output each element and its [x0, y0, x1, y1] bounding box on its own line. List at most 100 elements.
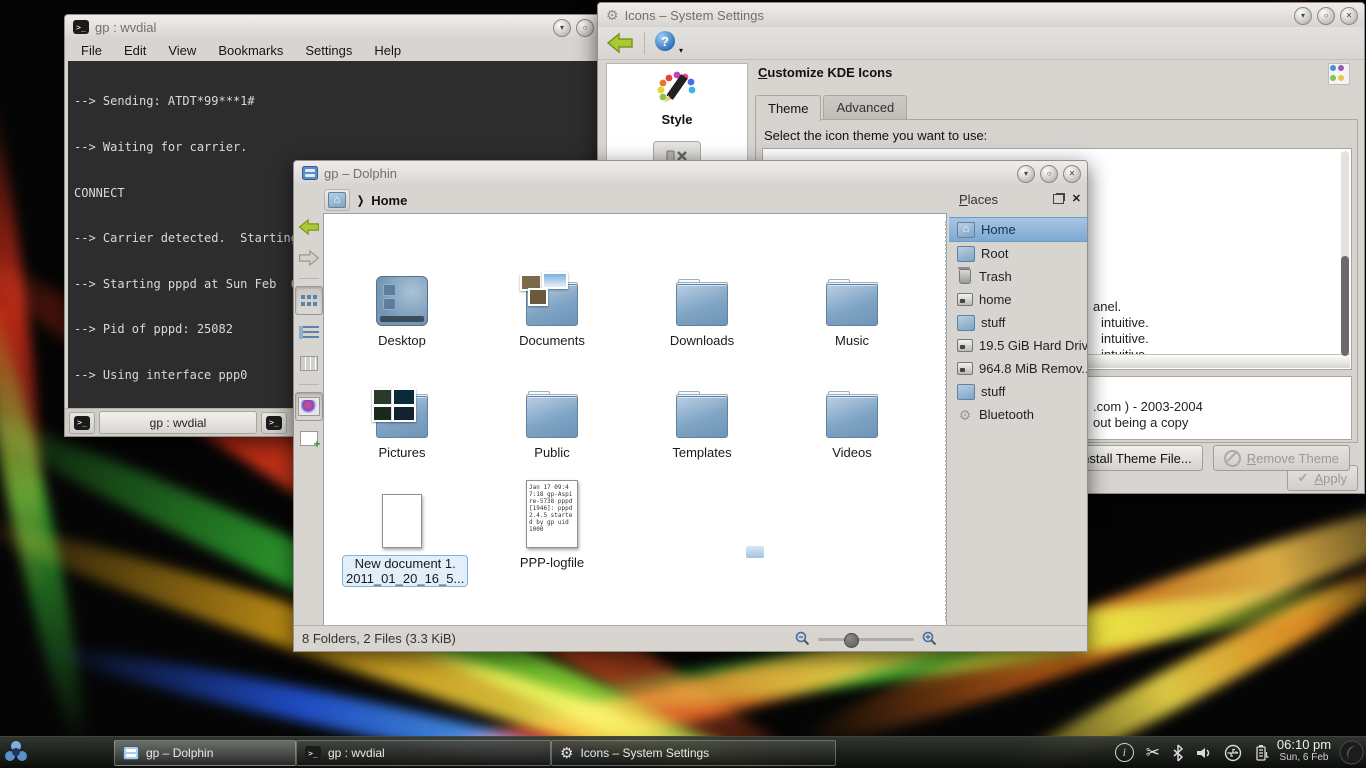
volume-icon[interactable]	[1196, 746, 1212, 760]
theme-list-scrollbar[interactable]	[1341, 151, 1349, 353]
launcher-button[interactable]	[2, 738, 30, 766]
folder-item-videos[interactable]: Videos	[792, 382, 912, 460]
window-minimize-button[interactable]: ▾	[553, 19, 571, 37]
task-dolphin[interactable]: gp – Dolphin	[114, 740, 296, 766]
places-item-stuff-2[interactable]: stuff	[949, 380, 1087, 403]
terminal-titlebar[interactable]: >_ gp : wvdial ▾ ○ ✕	[65, 15, 623, 39]
usb-device-icon[interactable]	[1224, 744, 1242, 762]
task-system-settings[interactable]: ⚙ Icons – System Settings	[551, 740, 836, 766]
dolphin-app-icon	[123, 746, 139, 760]
terminal-icon: >_	[266, 416, 282, 430]
places-item-removable[interactable]: 964.8 MiB Remov...	[949, 357, 1087, 380]
terminal-tab-label: gp : wvdial	[150, 416, 207, 430]
zoom-out-icon[interactable]	[795, 631, 810, 646]
forward-button[interactable]	[296, 244, 322, 271]
menu-view[interactable]: View	[168, 43, 196, 58]
clock[interactable]: 06:10 pm Sun, 6 Feb	[1272, 738, 1336, 764]
file-item-ppp-logfile[interactable]: Jan 17 09:47:18 gp-Aspire-5738 pppd[1946…	[492, 486, 612, 570]
window-maximize-button[interactable]: ○	[1040, 165, 1058, 183]
places-item-home-drive[interactable]: home	[949, 288, 1087, 311]
window-maximize-button[interactable]: ○	[576, 19, 594, 37]
terminal-tab[interactable]: gp : wvdial	[99, 411, 257, 434]
system-settings-titlebar[interactable]: ⚙ Icons – System Settings ▾ ○ ✕	[598, 3, 1364, 27]
toolbar-separator	[299, 278, 319, 279]
close-panel-icon[interactable]: ✕	[1072, 194, 1081, 205]
clock-time: 06:10 pm	[1272, 738, 1336, 751]
places-item-stuff[interactable]: stuff	[949, 311, 1087, 334]
klipper-icon[interactable]: ✂	[1146, 744, 1160, 761]
page-title: Customize KDE Icons	[758, 65, 892, 80]
tab-advanced[interactable]: Advanced	[823, 95, 907, 119]
desktop: >_ gp : wvdial ▾ ○ ✕ File Edit View Book…	[0, 0, 1366, 768]
folder-item-public[interactable]: Public	[492, 382, 612, 460]
places-item-root[interactable]: Root	[949, 242, 1087, 265]
file-item-new-document[interactable]: New document 1.2011_01_20_16_5...	[342, 486, 462, 587]
theme-list-fragment: intuitive.	[1101, 315, 1149, 330]
gear-icon: ⚙	[606, 7, 619, 24]
tab-theme[interactable]: Theme	[755, 95, 821, 121]
tab-list-button[interactable]: >_	[261, 412, 287, 434]
window-maximize-button[interactable]: ○	[1317, 7, 1335, 25]
menu-help[interactable]: Help	[374, 43, 401, 58]
details-view-button[interactable]	[296, 319, 322, 346]
dolphin-titlebar[interactable]: gp – Dolphin ▾ ○ ✕	[294, 161, 1087, 185]
breadcrumb-home[interactable]: Home	[371, 193, 407, 208]
folder-item-music[interactable]: Music	[792, 270, 912, 348]
scrollbar-thumb[interactable]	[1341, 256, 1349, 356]
zoom-in-icon[interactable]	[922, 631, 937, 646]
cashew-icon	[1339, 740, 1364, 765]
folder-item-templates[interactable]: Templates	[642, 382, 762, 460]
places-item-hard-drive[interactable]: 19.5 GiB Hard Drive	[949, 334, 1087, 357]
folder-item-desktop[interactable]: Desktop	[342, 270, 462, 348]
window-minimize-button[interactable]: ▾	[1017, 165, 1035, 183]
panel-toolbox-button[interactable]	[1339, 740, 1364, 765]
menu-edit[interactable]: Edit	[124, 43, 146, 58]
folder-view[interactable]: Desktop Documents Downloads Music	[323, 213, 947, 626]
folder-icon	[826, 396, 878, 438]
bluetooth-icon[interactable]	[1172, 744, 1184, 762]
task-terminal[interactable]: >_ gp : wvdial	[296, 740, 551, 766]
icons-view-button[interactable]	[295, 286, 323, 315]
item-label: Desktop	[342, 333, 462, 348]
folder-item-documents[interactable]: Documents	[492, 270, 612, 348]
gear-icon: ⚙	[560, 746, 573, 761]
places-item-home[interactable]: ⌂ Home	[949, 217, 1087, 242]
no-entry-icon	[1224, 450, 1241, 467]
item-label: Music	[792, 333, 912, 348]
theme-list-fragment: intuitive.	[1101, 331, 1149, 346]
window-close-button[interactable]: ✕	[1340, 7, 1358, 25]
back-button[interactable]	[606, 32, 634, 54]
preview-button[interactable]	[295, 392, 323, 421]
columns-view-button[interactable]	[296, 350, 322, 377]
places-item-trash[interactable]: Trash	[949, 265, 1087, 288]
folder-item-downloads[interactable]: Downloads	[642, 270, 762, 348]
theme-list-fragment: anel.	[1093, 299, 1121, 314]
zoom-slider[interactable]	[818, 632, 914, 646]
window-close-button[interactable]: ✕	[1063, 165, 1081, 183]
style-category[interactable]: Style	[607, 70, 747, 127]
folder-icon	[676, 284, 728, 326]
places-item-bluetooth[interactable]: ⚙ Bluetooth	[949, 403, 1087, 426]
breadcrumb-home-button[interactable]: ⌂	[324, 189, 350, 211]
style-label: Style	[607, 112, 747, 127]
detach-panel-icon[interactable]	[1053, 194, 1064, 204]
back-button[interactable]	[296, 213, 322, 240]
places-label: home	[979, 292, 1012, 307]
dolphin-app-icon	[302, 166, 318, 180]
terminal-menubar: File Edit View Bookmarks Settings Help	[65, 39, 623, 61]
documents-folder-icon	[526, 284, 578, 326]
menu-settings[interactable]: Settings	[305, 43, 352, 58]
help-button[interactable]: ? ▾	[655, 31, 681, 55]
window-minimize-button[interactable]: ▾	[1294, 7, 1312, 25]
slider-handle[interactable]	[844, 633, 859, 648]
menu-bookmarks[interactable]: Bookmarks	[218, 43, 283, 58]
breadcrumb-separator-icon: ❭	[356, 194, 365, 207]
menu-file[interactable]: File	[81, 43, 102, 58]
panel-splitter[interactable]	[945, 221, 947, 621]
remove-theme-button[interactable]: Remove Theme	[1213, 445, 1350, 471]
folder-item-pictures[interactable]: Pictures	[342, 382, 462, 460]
notifications-icon[interactable]: i	[1115, 743, 1134, 762]
battery-icon[interactable]	[1254, 744, 1270, 762]
split-view-button[interactable]	[296, 425, 322, 452]
new-tab-button[interactable]: >_	[69, 412, 95, 434]
